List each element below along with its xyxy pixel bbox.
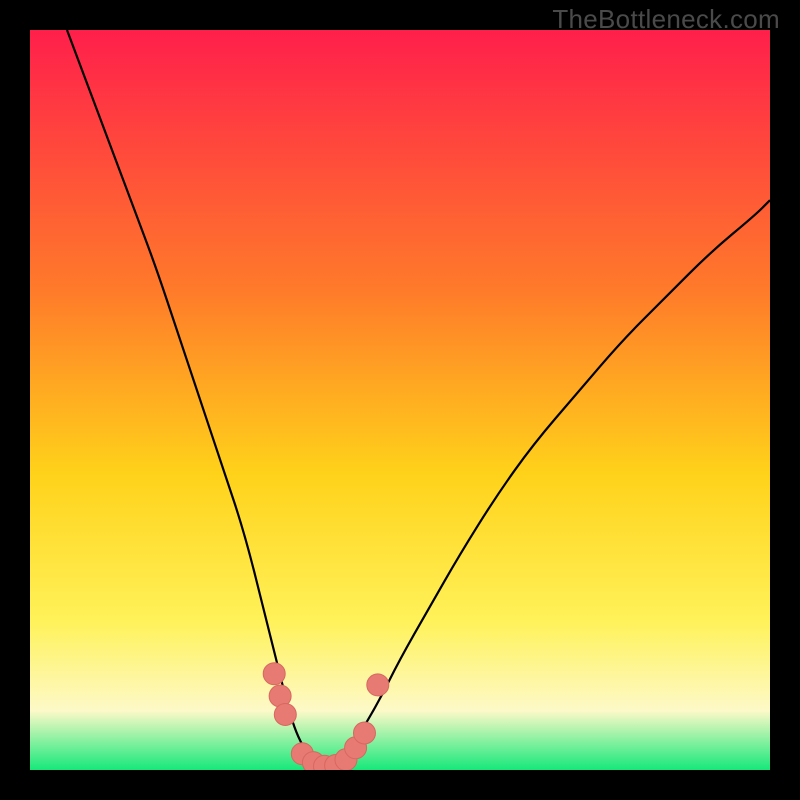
data-point: [353, 722, 375, 744]
bottleneck-chart: [30, 30, 770, 770]
data-point: [367, 674, 389, 696]
data-point: [263, 663, 285, 685]
chart-frame: [30, 30, 770, 770]
data-point: [274, 704, 296, 726]
